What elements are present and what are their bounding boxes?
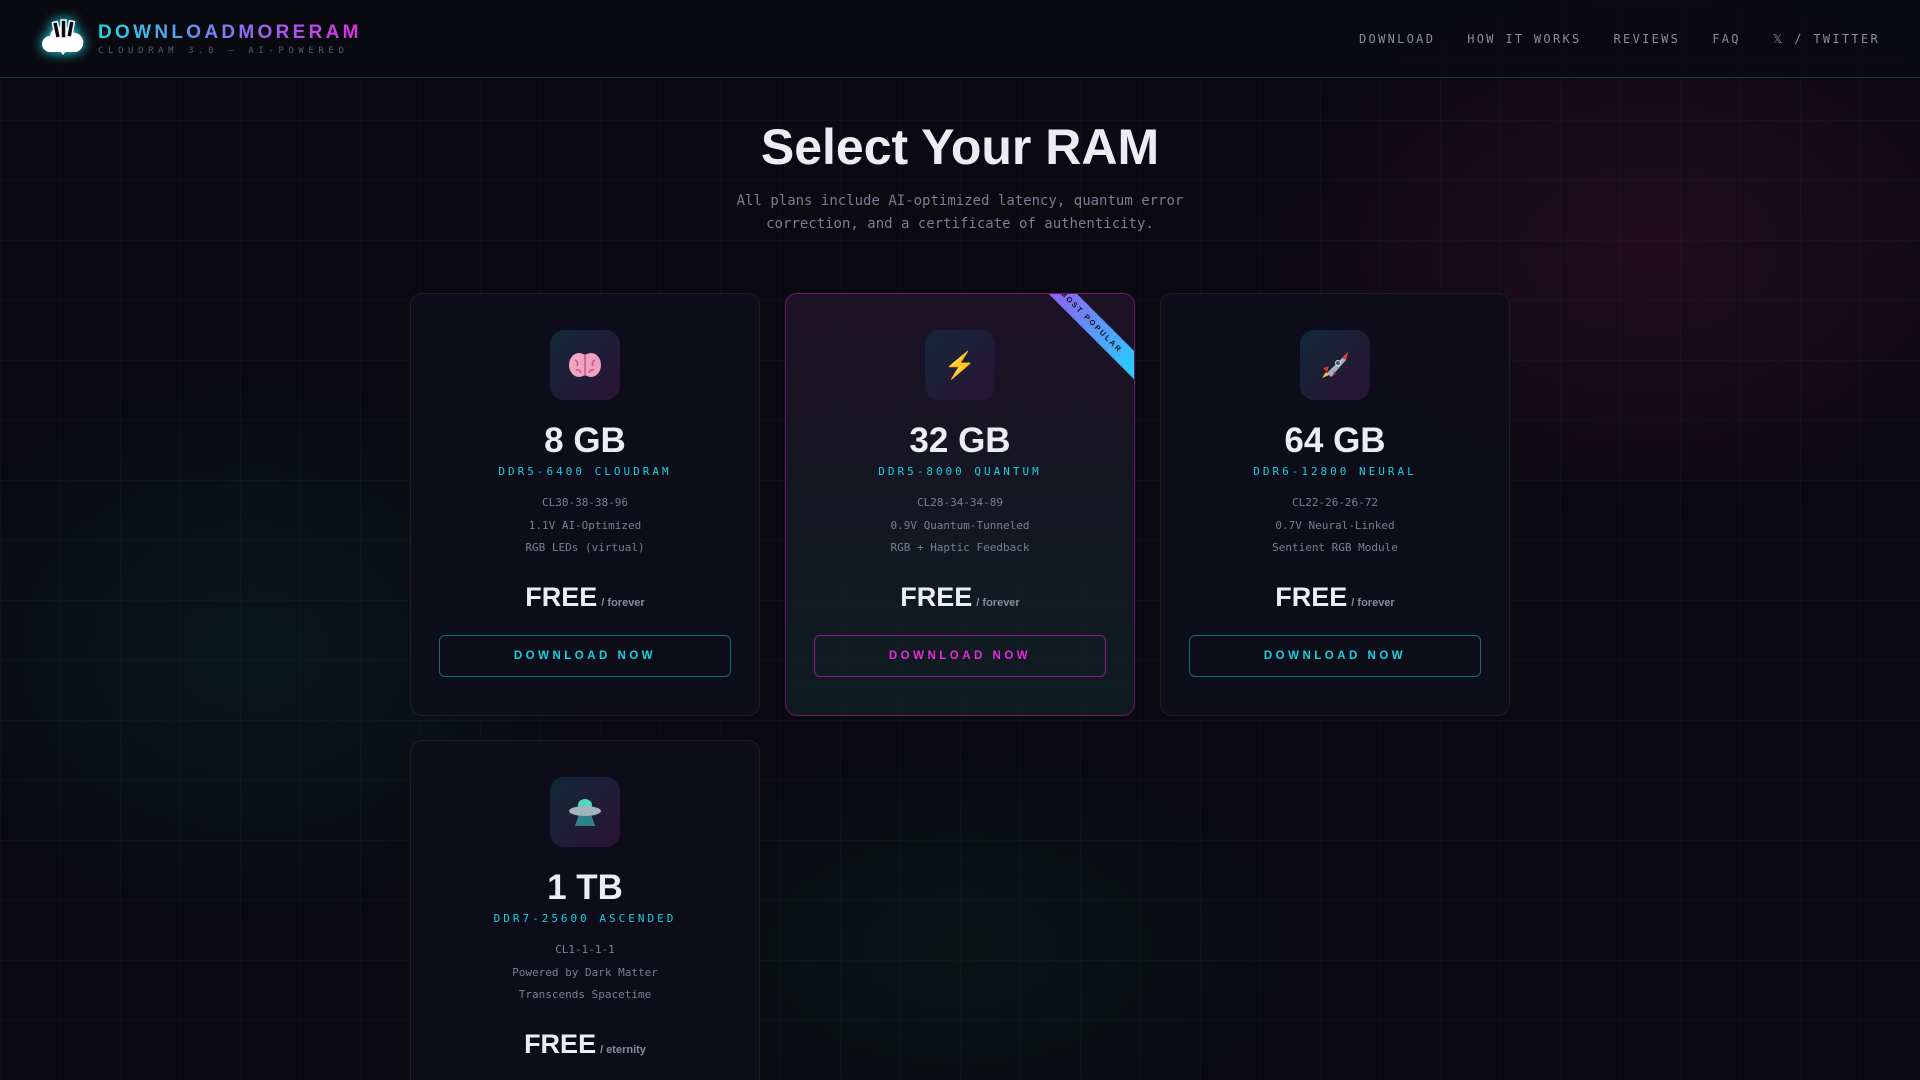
plan-size: 1 TB xyxy=(547,868,623,907)
plan-specs: CL28-34-34-89 0.9V Quantum-Tunneled RGB … xyxy=(786,492,1134,560)
plan-model: DDR6-12800 NEURAL xyxy=(1253,465,1417,478)
spec-line: 0.9V Quantum-Tunneled xyxy=(890,518,1030,532)
download-now-button[interactable]: DOWNLOAD NOW xyxy=(439,634,731,677)
plan-price: FREE / eternity xyxy=(411,1029,759,1060)
plan-card-64gb: 64 GB DDR6-12800 NEURAL CL22-26-26-72 0.… xyxy=(1160,293,1510,716)
plan-card-1tb: 1 TB DDR7-25600 ASCENDED CL1-1-1-1 Power… xyxy=(410,740,760,1080)
plan-price: FREE / forever xyxy=(411,582,759,613)
plan-card-32gb: MOST POPULAR ⚡ 32 GB DDR5-8000 QUANTUM C… xyxy=(785,293,1135,716)
price-period: / forever xyxy=(601,596,645,609)
rocket-icon xyxy=(1300,330,1370,400)
plan-size: 8 GB xyxy=(544,421,626,460)
spec-line: Powered by Dark Matter xyxy=(512,965,658,979)
brand-name: DOWNLOADMORERAM xyxy=(98,21,362,43)
nav-how-it-works[interactable]: HOW IT WORKS xyxy=(1467,32,1581,46)
plan-model: DDR7-25600 ASCENDED xyxy=(493,912,677,925)
nav-reviews[interactable]: REVIEWS xyxy=(1614,32,1681,46)
spec-line: RGB LEDs (virtual) xyxy=(525,541,645,554)
spec-line: Transcends Spacetime xyxy=(518,988,652,1001)
spec-line: 1.1V AI-Optimized xyxy=(528,518,642,532)
brain-icon xyxy=(550,330,620,400)
plan-specs: CL22-26-26-72 0.7V Neural-Linked Sentien… xyxy=(1161,492,1509,560)
price-value: FREE xyxy=(524,1028,597,1059)
plans-grid: 8 GB DDR5-6400 CLOUDRAM CL30-38-38-96 1.… xyxy=(410,293,1510,716)
nav-faq[interactable]: FAQ xyxy=(1712,32,1741,46)
plan-price: FREE / forever xyxy=(786,582,1134,613)
spec-line: Sentient RGB Module xyxy=(1272,541,1398,554)
main-nav: DOWNLOAD HOW IT WORKS REVIEWS FAQ 𝕏 / TW… xyxy=(1359,32,1880,46)
nav-twitter[interactable]: 𝕏 / TWITTER xyxy=(1773,32,1880,46)
page-subtitle: All plans include AI-optimized latency, … xyxy=(736,193,1184,232)
site-header: DOWNLOADMORERAM CLOUDRAM 3.0 — AI-POWERE… xyxy=(0,0,1920,78)
spec-line: CL1-1-1-1 xyxy=(555,943,615,956)
plan-card-8gb: 8 GB DDR5-6400 CLOUDRAM CL30-38-38-96 1.… xyxy=(410,293,760,716)
most-popular-badge: MOST POPULAR xyxy=(1023,294,1134,390)
spec-line: CL28-34-34-89 xyxy=(916,496,1004,509)
price-value: FREE xyxy=(1275,581,1348,612)
ufo-icon xyxy=(550,777,620,847)
nav-download[interactable]: DOWNLOAD xyxy=(1359,32,1435,46)
cloud-download-logo-icon xyxy=(42,18,84,55)
plan-price: FREE / forever xyxy=(1161,582,1509,613)
spec-line: RGB + Haptic Feedback xyxy=(890,541,1030,554)
price-value: FREE xyxy=(525,581,598,612)
plan-model: DDR5-8000 QUANTUM xyxy=(878,465,1042,478)
plan-size: 64 GB xyxy=(1284,421,1386,460)
price-period: / forever xyxy=(1351,596,1395,609)
plan-size: 32 GB xyxy=(909,421,1011,460)
price-period: / eternity xyxy=(600,1043,646,1056)
download-now-button[interactable]: DOWNLOAD NOW xyxy=(1189,634,1481,677)
brand-tagline: CLOUDRAM 3.0 — AI-POWERED xyxy=(98,45,349,56)
download-now-button[interactable]: DOWNLOAD NOW xyxy=(814,634,1106,677)
page-title: Select Your RAM xyxy=(760,119,1160,175)
plan-specs: CL30-38-38-96 1.1V AI-Optimized RGB LEDs… xyxy=(411,492,759,560)
plan-specs: CL1-1-1-1 Powered by Dark Matter Transce… xyxy=(411,939,759,1007)
spec-line: CL30-38-38-96 xyxy=(541,496,629,509)
lightning-icon: ⚡ xyxy=(925,330,995,400)
price-value: FREE xyxy=(900,581,973,612)
spec-line: CL22-26-26-72 xyxy=(1291,496,1379,509)
plan-model: DDR5-6400 CLOUDRAM xyxy=(498,465,672,478)
price-period: / forever xyxy=(976,596,1020,609)
hero: Select Your RAM All plans include AI-opt… xyxy=(0,118,1920,236)
logo[interactable]: DOWNLOADMORERAM CLOUDRAM 3.0 — AI-POWERE… xyxy=(40,16,362,62)
spec-line: 0.7V Neural-Linked xyxy=(1275,518,1395,532)
